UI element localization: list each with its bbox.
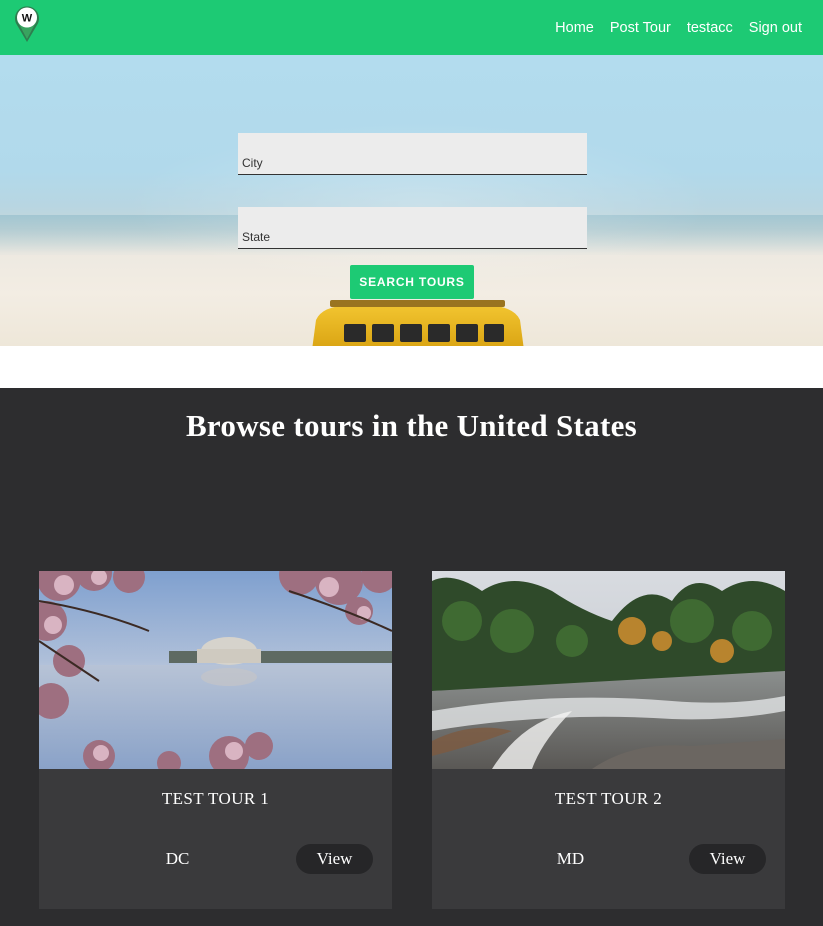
tour-card: TEST TOUR 2 MD View: [432, 571, 785, 909]
tour-image-river: [432, 571, 785, 769]
view-tour-button[interactable]: View: [296, 844, 373, 874]
nav-post-tour-link[interactable]: Post Tour: [610, 20, 671, 36]
hero-banner: SEARCH TOURS: [0, 55, 823, 346]
navbar: W Home Post Tour testacc Sign out: [0, 0, 823, 55]
tour-state: MD: [556, 849, 585, 868]
browse-section: Browse tours in the United States TEST T…: [0, 388, 823, 926]
logo-pin-icon[interactable]: W: [13, 5, 41, 43]
tour-title: TEST TOUR 2: [554, 789, 663, 808]
tour-card: TEST TOUR 1 DC View: [39, 571, 392, 909]
tour-image-cherry-blossoms: [39, 571, 392, 769]
state-input[interactable]: [238, 207, 587, 249]
logo-letter: W: [22, 13, 33, 25]
nav-home-link[interactable]: Home: [555, 20, 594, 36]
browse-title: Browse tours in the United States: [185, 408, 638, 443]
search-tours-button[interactable]: SEARCH TOURS: [350, 265, 474, 299]
city-input[interactable]: [238, 133, 587, 175]
nav-links: Home Post Tour testacc Sign out: [555, 0, 802, 55]
tour-state: DC: [165, 849, 190, 868]
tour-title: TEST TOUR 1: [161, 789, 270, 808]
van-illustration: [312, 300, 524, 346]
view-tour-button[interactable]: View: [689, 844, 766, 874]
nav-sign-out-link[interactable]: Sign out: [749, 20, 802, 36]
nav-account-link[interactable]: testacc: [687, 20, 733, 36]
